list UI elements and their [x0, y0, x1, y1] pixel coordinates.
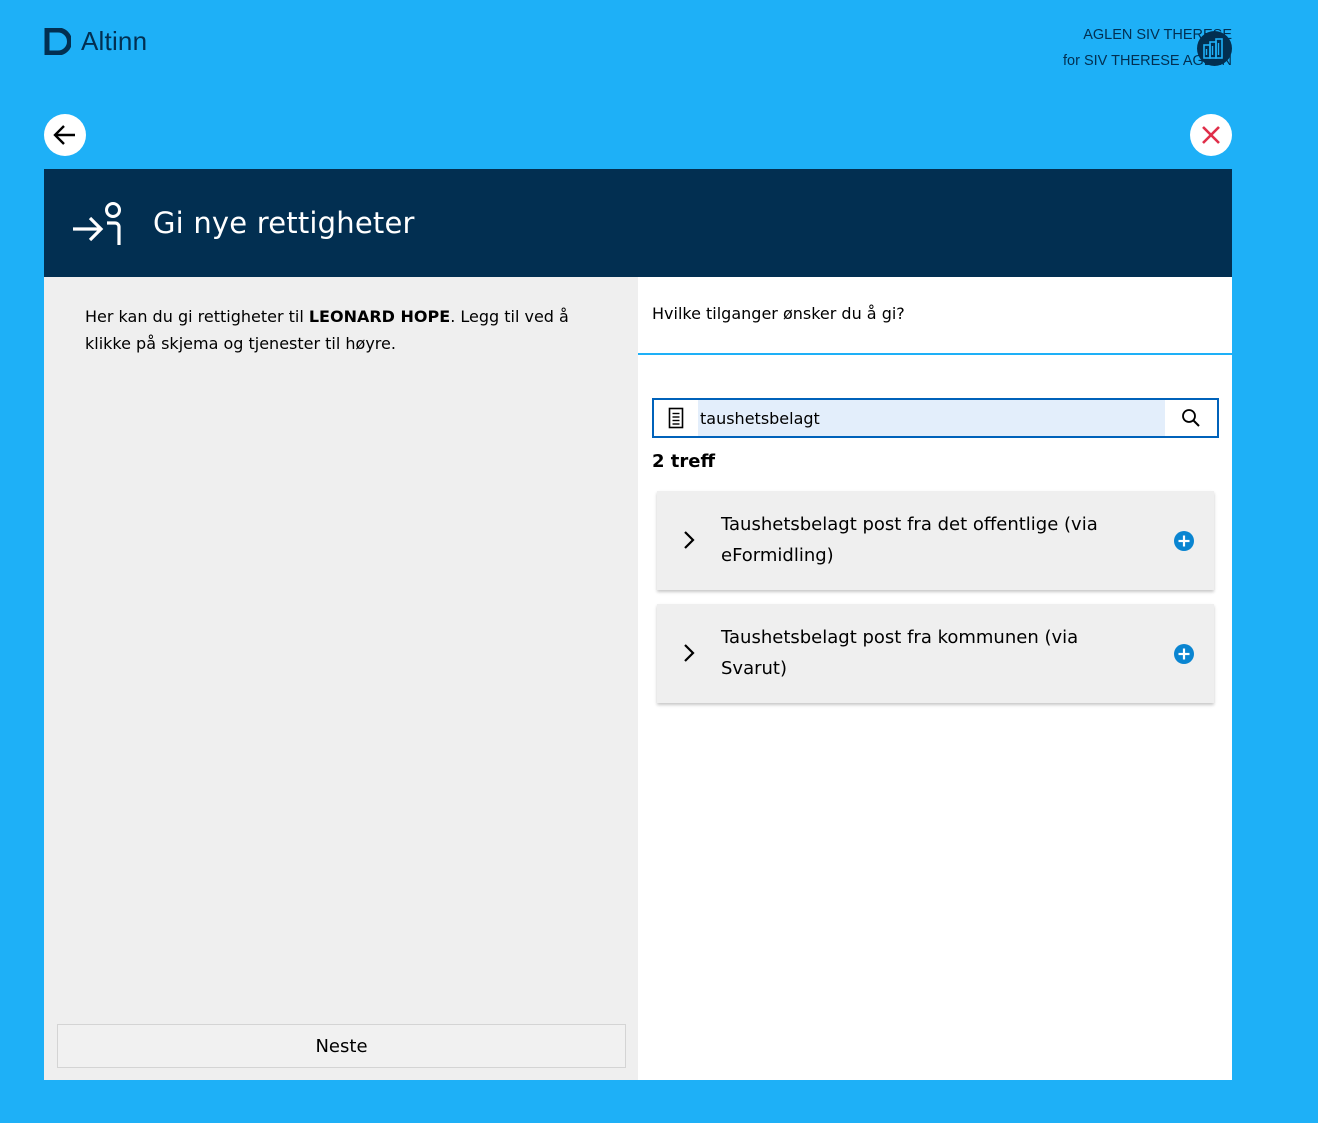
result-title-line: eFormidling): [721, 545, 834, 566]
chevron-right-icon: [684, 644, 695, 662]
search-input[interactable]: [698, 400, 1165, 436]
next-button[interactable]: Neste: [57, 1024, 626, 1068]
rights-modal: Gi nye rettigheter Her kan du gi rettigh…: [44, 169, 1232, 1080]
result-title-line: Svarut): [721, 658, 787, 679]
search-button[interactable]: [1165, 400, 1217, 436]
chevron-right-icon: [684, 531, 695, 549]
result-item[interactable]: Taushetsbelagt post fra det offentlige (…: [657, 491, 1214, 590]
close-button[interactable]: [1190, 114, 1232, 156]
intro-before: Her kan du gi rettigheter til: [85, 307, 309, 326]
left-panel: Her kan du gi rettigheter til LEONARD HO…: [44, 277, 638, 1080]
altinn-logo[interactable]: Altinn: [44, 26, 147, 57]
result-title-line: Taushetsbelagt post fra det offentlige (…: [721, 514, 1098, 535]
altinn-logo-icon: [44, 27, 72, 56]
modal-header: Gi nye rettigheter: [44, 169, 1232, 277]
hits-count: 2 treff: [652, 451, 716, 472]
altinn-logo-text: Altinn: [81, 26, 148, 56]
building-icon[interactable]: [1197, 31, 1232, 66]
result-title-line: Taushetsbelagt post fra kommunen (via: [721, 627, 1079, 648]
recipient-name: LEONARD HOPE: [308, 307, 451, 326]
document-icon: [654, 400, 698, 436]
add-circle-icon[interactable]: [1173, 643, 1195, 665]
arrow-left-icon: [53, 125, 75, 145]
back-button[interactable]: [44, 114, 86, 156]
result-title: Taushetsbelagt post fra kommunen (via Sv…: [721, 622, 1121, 684]
result-item[interactable]: Taushetsbelagt post fra kommunen (via Sv…: [657, 604, 1214, 703]
intro-text: Her kan du gi rettigheter til LEONARD HO…: [85, 303, 575, 357]
modal-title: Gi nye rettigheter: [153, 206, 415, 240]
search-icon: [1182, 409, 1200, 427]
access-question: Hvilke tilganger ønsker du å gi?: [652, 304, 905, 323]
close-icon: [1202, 126, 1220, 144]
search-box: [652, 398, 1219, 438]
give-rights-icon: [73, 202, 121, 245]
result-title: Taushetsbelagt post fra det offentlige (…: [721, 509, 1121, 571]
divider: [638, 353, 1232, 355]
right-panel: Hvilke tilganger ønsker du å gi? taushet…: [638, 277, 1232, 1080]
add-circle-icon[interactable]: [1173, 530, 1195, 552]
